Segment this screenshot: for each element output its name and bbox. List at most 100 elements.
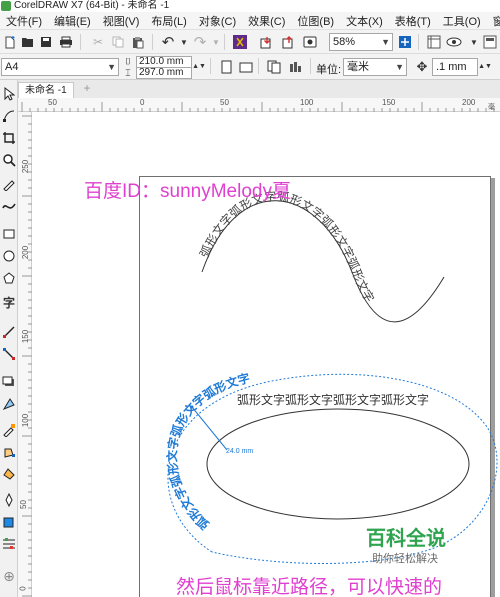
zoom-to-page-icon[interactable] xyxy=(397,34,413,50)
drawing-canvas[interactable]: 弧形文字弧形文字弧形文字弧形文字弧形文字 弧形文字弧形文字弧形文字弧形文字 弧形… xyxy=(32,112,500,597)
ruler-label: 0 xyxy=(18,586,28,591)
open-folder-icon[interactable] xyxy=(20,34,36,50)
coreldraw-logo-icon xyxy=(1,1,11,11)
size-spinner-icon[interactable]: ▲▼ xyxy=(192,57,206,77)
horizontal-ruler[interactable]: 50 0 50 100 150 200 毫米 xyxy=(18,98,500,121)
menu-effects[interactable]: 效果(C) xyxy=(242,13,291,29)
toolbox: 字 ⊕ xyxy=(0,80,18,597)
print-icon[interactable] xyxy=(58,34,74,50)
zoom-tool-icon[interactable] xyxy=(1,152,17,168)
menu-tools[interactable]: 工具(O) xyxy=(437,13,487,29)
pick-tool-icon[interactable] xyxy=(1,86,17,102)
vertical-ruler-ticks xyxy=(22,115,32,597)
paper-size-select[interactable]: A4 ▼ xyxy=(1,58,119,76)
toolbar-separator xyxy=(152,34,153,50)
units-select[interactable]: 毫米 ▼ xyxy=(343,58,407,76)
undo-icon[interactable]: ↶ xyxy=(160,34,176,51)
watermark-id: 百度ID：sunnyMelody夏 xyxy=(84,181,291,202)
new-document-icon[interactable] xyxy=(2,34,18,50)
menu-window[interactable]: 窗口(W) xyxy=(487,13,500,29)
nudge-distance-value: .1 mm xyxy=(436,61,467,73)
rectangle-tool-icon[interactable] xyxy=(1,226,17,242)
transparency-icon[interactable] xyxy=(1,396,17,412)
nudge-spinner-icon[interactable]: ▲▼ xyxy=(478,57,492,77)
options-icon[interactable] xyxy=(482,34,498,50)
color-eyedropper-icon[interactable] xyxy=(1,422,17,438)
chevron-down-icon: ▼ xyxy=(107,62,116,72)
baike-logo-subtitle: 助你轻松解决 xyxy=(372,553,438,565)
smart-fill-icon[interactable] xyxy=(1,466,17,482)
search-content-icon[interactable] xyxy=(232,34,248,50)
add-tab-icon[interactable]: + xyxy=(80,82,94,96)
menu-bar: 文件(F) 编辑(E) 视图(V) 布局(L) 对象(C) 效果(C) 位图(B… xyxy=(0,12,500,30)
object-properties-icon[interactable] xyxy=(1,536,17,552)
ellipse-tool-icon[interactable] xyxy=(1,248,17,264)
ruler-label: 200 xyxy=(21,245,31,260)
paste-icon[interactable] xyxy=(130,34,146,50)
wave-path-text[interactable]: 弧形文字弧形文字弧形文字弧形文字弧形文字 xyxy=(197,188,377,304)
artistic-media-icon[interactable] xyxy=(1,198,17,214)
vertical-ruler[interactable]: 250 200 150 100 50 0 xyxy=(18,112,32,597)
ruler-label: 50 xyxy=(220,98,229,107)
view-dropdown-icon[interactable]: ▼ xyxy=(466,34,482,50)
inner-ellipse[interactable] xyxy=(206,408,470,520)
menu-layout[interactable]: 布局(L) xyxy=(145,13,192,29)
import-icon[interactable] xyxy=(258,34,274,50)
interactive-fill-icon[interactable] xyxy=(1,444,17,460)
portrait-icon[interactable] xyxy=(218,59,234,75)
ruler-label: 200 xyxy=(462,98,476,107)
ruler-label: 100 xyxy=(300,98,314,107)
document-tabs: 未命名 -1 + xyxy=(0,80,500,98)
toolbar-separator xyxy=(310,58,311,74)
menu-text[interactable]: 文本(X) xyxy=(340,13,389,29)
outline-pen-icon[interactable] xyxy=(1,492,17,508)
crop-tool-icon[interactable] xyxy=(1,130,17,146)
cut-icon[interactable]: ✂ xyxy=(90,34,106,50)
ruler-label: 100 xyxy=(21,413,31,428)
text-tool-icon[interactable]: 字 xyxy=(1,294,17,310)
polygon-tool-icon[interactable] xyxy=(1,270,17,286)
snap-to-icon[interactable] xyxy=(426,34,442,50)
ruler-label: 150 xyxy=(382,98,396,107)
menu-bitmaps[interactable]: 位图(B) xyxy=(291,13,340,29)
menu-table[interactable]: 表格(T) xyxy=(389,13,437,29)
menu-file[interactable]: 文件(F) xyxy=(0,13,48,29)
paper-size-value: A4 xyxy=(5,61,19,73)
export-icon[interactable] xyxy=(280,34,296,50)
toolbar-separator xyxy=(258,58,259,74)
fill-bucket-icon[interactable] xyxy=(1,514,17,530)
landscape-icon[interactable] xyxy=(238,59,254,75)
page-height-field[interactable]: 297.0 mm xyxy=(136,67,192,79)
nudge-distance-field[interactable]: .1 mm xyxy=(432,58,478,76)
view-mode-icon[interactable] xyxy=(446,34,462,50)
toolbar-separator xyxy=(418,34,419,50)
drop-shadow-icon[interactable] xyxy=(1,374,17,390)
page-width-value: 210.0 mm xyxy=(139,56,184,67)
connector-tool-icon[interactable] xyxy=(1,346,17,362)
save-icon[interactable] xyxy=(38,34,54,50)
zoom-level-value: 58% xyxy=(333,36,356,48)
parallel-dimension-icon[interactable] xyxy=(1,324,17,340)
dimension-label: 24.0 mm xyxy=(226,448,254,455)
shape-tool-icon[interactable] xyxy=(1,108,17,124)
window-title: CorelDRAW X7 (64-Bit) - 未命名 -1 xyxy=(14,0,170,11)
chevron-down-icon: ▼ xyxy=(381,37,390,47)
straight-text[interactable]: 弧形文字弧形文字弧形文字弧形文字 xyxy=(237,392,429,407)
all-pages-icon[interactable] xyxy=(266,59,282,75)
zoom-level-select[interactable]: 58% ▼ xyxy=(329,33,393,51)
menu-edit[interactable]: 编辑(E) xyxy=(48,13,97,29)
menu-view[interactable]: 视图(V) xyxy=(97,13,146,29)
current-page-icon[interactable] xyxy=(288,59,304,75)
freehand-tool-icon[interactable] xyxy=(1,176,17,192)
menu-object[interactable]: 对象(C) xyxy=(193,13,242,29)
redo-dropdown-icon[interactable]: ▼ xyxy=(208,34,224,50)
ruler-label: 50 xyxy=(18,500,28,509)
tab-document[interactable]: 未命名 -1 xyxy=(18,82,74,98)
redo-icon[interactable]: ↷ xyxy=(192,34,208,51)
add-tool-icon[interactable]: ⊕ xyxy=(1,568,17,584)
copy-icon[interactable] xyxy=(110,34,126,50)
nudge-icon: ✥ xyxy=(416,59,428,74)
page-height-value: 297.0 mm xyxy=(139,67,184,78)
publish-pdf-icon[interactable] xyxy=(302,34,318,50)
undo-dropdown-icon[interactable]: ▼ xyxy=(176,34,192,50)
